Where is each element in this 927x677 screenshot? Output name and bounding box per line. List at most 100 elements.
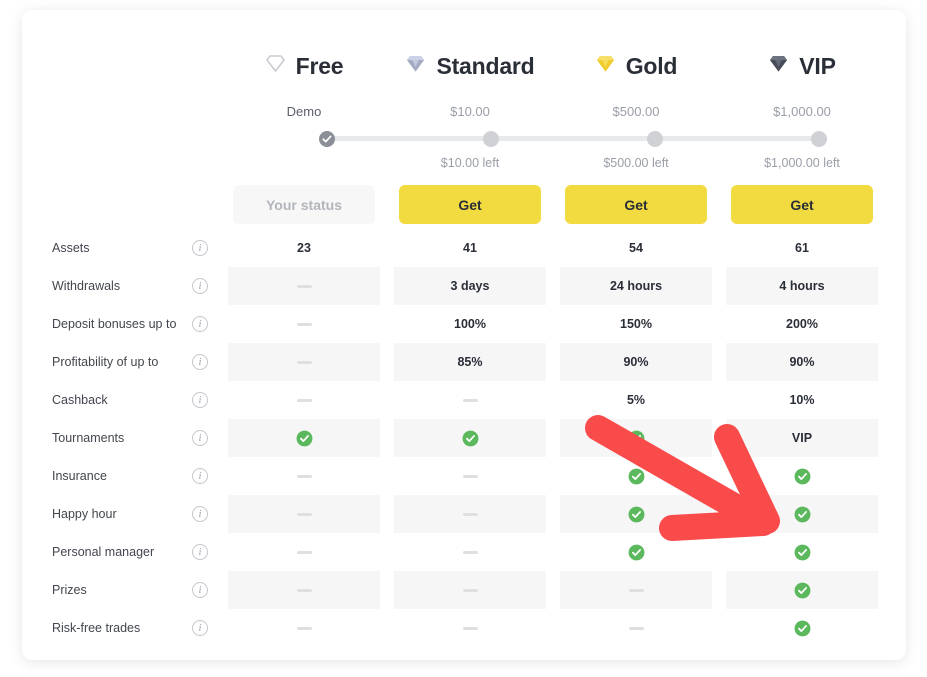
empty-dash-icon: [228, 267, 380, 305]
membership-tiers-card: Free Standard Gold VIP Demo $10.00 $500.00 $1,…: [22, 10, 906, 660]
check-icon: [726, 571, 878, 609]
feature-label: Deposit bonuses up to: [52, 317, 177, 331]
empty-dash-icon: [228, 533, 380, 571]
get-button-vip[interactable]: Get: [731, 185, 873, 224]
tier-price-free: Demo: [286, 104, 322, 119]
tier-name: Standard: [436, 52, 535, 79]
info-icon[interactable]: i: [192, 240, 208, 256]
table-row: Cashback i 5% 10%: [22, 381, 906, 419]
table-row: Insurance i: [22, 457, 906, 495]
info-icon[interactable]: i: [192, 354, 208, 370]
slider-knob-2[interactable]: [647, 131, 663, 147]
get-button-standard[interactable]: Get: [399, 185, 541, 224]
empty-dash-icon: [228, 343, 380, 381]
table-row: Tournaments i VIP: [22, 419, 906, 457]
feature-cell: 10%: [789, 393, 815, 407]
amount-left-gold: $500.00 left: [603, 156, 669, 170]
feature-label: Assets: [52, 241, 90, 255]
empty-dash-icon: [394, 609, 546, 647]
slider-knob-0[interactable]: [319, 131, 335, 147]
feature-label: Tournaments: [52, 431, 125, 445]
feature-cell: 5%: [626, 393, 646, 407]
feature-cell: 54: [629, 241, 643, 255]
empty-dash-icon: [560, 571, 712, 609]
tier-price-vip: $1,000.00: [773, 104, 831, 119]
empty-dash-icon: [228, 457, 380, 495]
amount-left-standard: $10.00 left: [440, 156, 500, 170]
empty-dash-icon: [228, 495, 380, 533]
info-icon[interactable]: i: [192, 620, 208, 636]
feature-cell: 24 hours: [560, 267, 712, 305]
tier-progress-slider[interactable]: [319, 131, 827, 147]
feature-label: Insurance: [52, 469, 107, 483]
info-icon[interactable]: i: [192, 278, 208, 294]
tier-price-gold: $500.00: [612, 104, 660, 119]
feature-cell: 85%: [394, 343, 546, 381]
info-icon[interactable]: i: [192, 544, 208, 560]
table-row: Profitability of up to i 85% 90% 90%: [22, 343, 906, 381]
tier-header-vip: VIP: [726, 46, 878, 86]
feature-label: Risk-free trades: [52, 621, 141, 635]
empty-dash-icon: [394, 571, 546, 609]
check-icon: [560, 495, 712, 533]
table-row: Deposit bonuses up to i 100% 150% 200%: [22, 305, 906, 343]
feature-cell: 90%: [726, 343, 878, 381]
feature-cell: 150%: [620, 317, 652, 331]
feature-label: Withdrawals: [52, 279, 121, 293]
screenshot-root: Free Standard Gold VIP Demo $10.00 $500.00 $1,…: [0, 0, 927, 677]
empty-dash-icon: [394, 533, 546, 571]
tier-name: Gold: [625, 52, 678, 79]
table-row: Risk-free trades i: [22, 609, 906, 647]
feature-label: Happy hour: [52, 507, 117, 521]
tier-header-standard: Standard: [394, 46, 546, 86]
features-comparison-table: Assets i 23 41 54 61 Withdrawals i 3 days 24 hour…: [22, 229, 906, 647]
check-icon: [560, 457, 712, 495]
your-status-button: Your status: [233, 185, 375, 224]
feature-cell: VIP: [726, 419, 878, 457]
feature-cell: 23: [297, 241, 311, 255]
feature-label: Profitability of up to: [52, 355, 159, 369]
feature-cell: 90%: [560, 343, 712, 381]
diamond-silver-icon: [405, 54, 426, 78]
feature-cell: 41: [463, 241, 477, 255]
slider-track: [327, 136, 819, 141]
empty-dash-icon: [394, 457, 546, 495]
check-icon: [394, 419, 546, 457]
info-icon[interactable]: i: [192, 582, 208, 598]
check-icon: [228, 419, 380, 457]
empty-dash-icon: [228, 571, 380, 609]
empty-dash-icon: [394, 495, 546, 533]
slider-knob-3[interactable]: [811, 131, 827, 147]
info-icon[interactable]: i: [192, 392, 208, 408]
check-icon: [726, 457, 878, 495]
check-icon: [726, 609, 878, 647]
feature-label: Cashback: [52, 393, 108, 407]
info-icon[interactable]: i: [192, 468, 208, 484]
tier-name: VIP: [799, 52, 836, 79]
feature-label: Prizes: [52, 583, 87, 597]
diamond-outline-icon: [265, 54, 286, 78]
diamond-gold-icon: [595, 54, 616, 78]
tier-name: Free: [295, 52, 344, 79]
table-row: Happy hour i: [22, 495, 906, 533]
tier-price-standard: $10.00: [450, 104, 490, 119]
empty-dash-icon: [394, 381, 546, 419]
slider-knob-1[interactable]: [483, 131, 499, 147]
empty-dash-icon: [560, 609, 712, 647]
diamond-black-icon: [768, 54, 789, 78]
get-button-gold[interactable]: Get: [565, 185, 707, 224]
feature-cell: 61: [795, 241, 809, 255]
table-row: Withdrawals i 3 days 24 hours 4 hours: [22, 267, 906, 305]
feature-cell: 100%: [454, 317, 486, 331]
info-icon[interactable]: i: [192, 506, 208, 522]
amount-left-vip: $1,000.00 left: [764, 156, 840, 170]
check-icon: [726, 495, 878, 533]
empty-dash-icon: [228, 609, 380, 647]
info-icon[interactable]: i: [192, 430, 208, 446]
check-icon: [560, 533, 712, 571]
empty-dash-icon: [228, 305, 380, 343]
tier-header-free: Free: [228, 46, 380, 86]
table-row: Prizes i: [22, 571, 906, 609]
info-icon[interactable]: i: [192, 316, 208, 332]
table-row: Personal manager i: [22, 533, 906, 571]
